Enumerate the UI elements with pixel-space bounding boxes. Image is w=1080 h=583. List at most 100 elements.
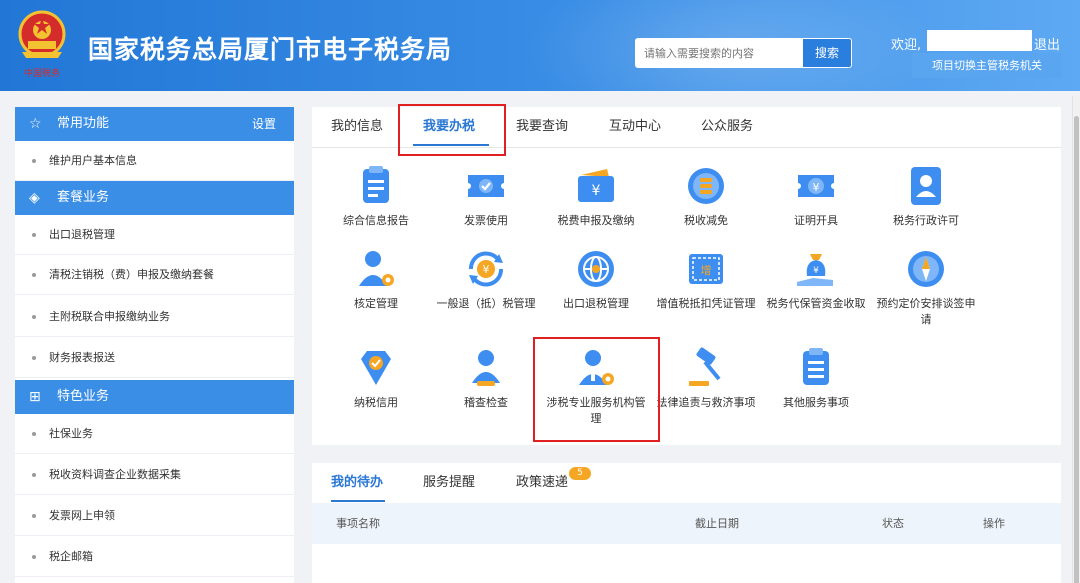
column-header: 状态 [882,517,904,530]
vat-voucher-icon: 增 [689,254,723,284]
search-input[interactable] [635,38,803,68]
star-icon: ☆ [29,116,42,132]
service-assessment[interactable]: 核定管理 [326,246,426,312]
grid-icon: ⊞ [29,389,41,405]
sidebar-item[interactable]: 税收资料调查企业数据采集 [15,455,294,495]
sidebar: ☆ 常用功能 设置 维护用户基本信息 ◈ 套餐业务 出口退税管理 清税注销税（费… [15,107,294,583]
tab-query[interactable]: 我要查询 [516,107,568,147]
service-label: 税务代保管资金收取 [766,297,866,310]
username-redacted [927,30,1032,51]
svg-text:¥: ¥ [483,263,490,276]
service-label: 出口退税管理 [563,297,629,310]
service-tax-relief[interactable]: 税收减免 [656,163,756,229]
svg-text:中国税务: 中国税务 [24,67,60,79]
sidebar-section-special[interactable]: ⊞ 特色业务 [15,380,294,414]
sidebar-section-label: 特色业务 [57,389,110,404]
service-label: 核定管理 [354,297,398,310]
gavel-icon [689,347,721,386]
service-credit[interactable]: 纳税信用 [326,345,426,411]
service-fund-custody[interactable]: ¥ 税务代保管资金收取 [766,246,866,312]
sidebar-section-label: 常用功能 [57,116,110,131]
service-label: 综合信息报告 [343,214,409,227]
todo-panel: 我的待办 服务提醒 政策速递 5 事项名称 截止日期 状态 操作 [312,463,1061,583]
service-label: 一般退（抵）税管理 [436,297,536,310]
user-gear-icon [359,251,394,286]
tab-policy-express[interactable]: 政策速递 [516,463,568,503]
page-scrollbar-thumb[interactable] [1074,116,1079,583]
service-label: 法律追责与救济事项 [656,396,756,409]
diamond-check-icon [361,351,391,385]
service-label: 税收减免 [684,214,728,227]
tab-public-service[interactable]: 公众服务 [701,107,753,147]
switch-authority-button[interactable]: 项目切换主管税务机关 [912,53,1062,78]
tab-my-todo[interactable]: 我的待办 [331,463,383,503]
invoice-ticket-icon [468,175,504,197]
service-label: 证明开具 [794,214,838,227]
svg-text:¥: ¥ [813,181,820,194]
tab-my-info[interactable]: 我的信息 [331,107,383,147]
service-label: 税务行政许可 [893,214,959,227]
service-apa[interactable]: 预约定价安排谈签申请 [876,246,976,328]
service-label: 税费申报及缴纳 [557,214,635,227]
welcome-text: 欢迎, [891,38,922,53]
sidebar-settings-link[interactable]: 设置 [252,107,276,141]
highlight-box-agency [533,337,660,442]
service-certificate[interactable]: ¥ 证明开具 [766,163,866,229]
service-label: 预约定价安排谈签申请 [876,297,976,326]
sidebar-item[interactable]: 发票网上申领 [15,496,294,536]
compass-icon [908,251,944,287]
svg-text:增: 增 [701,263,712,277]
service-invoice[interactable]: 发票使用 [436,163,536,229]
sidebar-item[interactable]: 主附税联合申报缴纳业务 [15,297,294,337]
service-declare-pay[interactable]: ¥ 税费申报及缴纳 [546,163,646,229]
certificate-yuan-icon: ¥ [798,175,834,197]
money-bag-hand-icon: ¥ [797,254,833,286]
service-inspection[interactable]: 稽查检查 [436,345,536,411]
sidebar-item[interactable]: 出口退税管理 [15,215,294,255]
service-report[interactable]: 综合信息报告 [326,163,426,229]
logout-link[interactable]: 退出 [1034,34,1060,53]
page-scrollbar[interactable] [1072,96,1080,583]
report-clipboard-icon [363,166,389,203]
service-label: 稽查检查 [464,396,508,409]
service-admin-license[interactable]: 税务行政许可 [876,163,976,229]
policy-count-badge: 5 [569,467,591,480]
svg-text:¥: ¥ [592,183,601,199]
service-general-refund[interactable]: ¥ 一般退（抵）税管理 [436,246,536,312]
sidebar-section-label: 套餐业务 [57,190,110,205]
todo-table-header: 事项名称 截止日期 状态 操作 [312,503,1061,544]
coin-stack-icon [688,168,724,204]
sidebar-section-common[interactable]: ☆ 常用功能 设置 [15,107,294,141]
service-label: 其他服务事项 [783,396,849,409]
service-legal-remedy[interactable]: 法律追责与救济事项 [656,345,756,411]
column-header: 截止日期 [695,517,739,530]
sidebar-item[interactable]: 税企邮箱 [15,537,294,577]
column-header: 事项名称 [336,517,380,530]
service-other[interactable]: 其他服务事项 [766,345,866,411]
refund-cycle-icon: ¥ [468,251,504,287]
search-button[interactable]: 搜索 [802,38,852,68]
site-title: 国家税务总局厦门市电子税务局 [88,35,453,64]
service-label: 发票使用 [464,214,508,227]
layers-icon: ◈ [29,190,40,206]
tab-interaction[interactable]: 互动中心 [609,107,661,147]
service-export-refund[interactable]: 出口退税管理 [546,246,646,312]
sidebar-section-package[interactable]: ◈ 套餐业务 [15,181,294,215]
service-label: 纳税信用 [354,396,398,409]
svg-text:¥: ¥ [813,266,819,276]
sidebar-item[interactable]: 财务报表报送 [15,338,294,378]
globe-icon [578,251,614,287]
inspector-person-icon [472,350,500,386]
site-header: 中国税务 国家税务总局厦门市电子税务局 搜索 欢迎, 退出 项目切换主管税务机关 [0,0,1080,91]
tab-service-reminder[interactable]: 服务提醒 [423,463,475,503]
service-label: 增值税抵扣凭证管理 [656,297,756,310]
service-panel: 我的信息 我要办税 我要查询 互动中心 公众服务 综合信息报告 发票使用 ¥ 税… [312,104,1061,445]
wallet-yuan-icon: ¥ [578,169,614,202]
id-card-icon [911,167,941,205]
sidebar-item[interactable]: 清税注销税（费）申报及缴纳套餐 [15,255,294,295]
highlight-box-tab [398,104,506,156]
service-vat-voucher[interactable]: 增 增值税抵扣凭证管理 [656,246,756,312]
sidebar-item[interactable]: 社保业务 [15,414,294,454]
sidebar-item[interactable]: 维护用户基本信息 [15,141,294,181]
column-header: 操作 [983,517,1005,530]
